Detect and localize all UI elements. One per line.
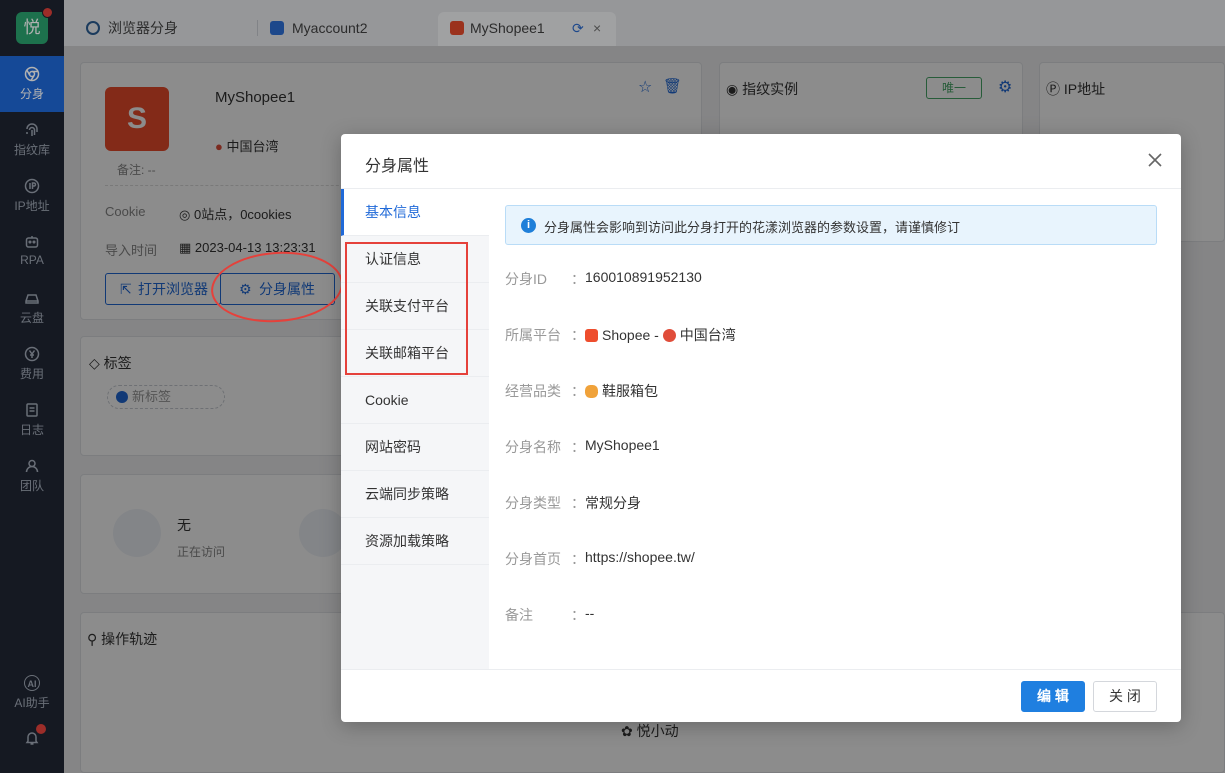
field-value: https://shopee.tw/ (585, 549, 695, 565)
category-text: 鞋服箱包 (602, 383, 658, 399)
field-colon: ： (571, 495, 585, 511)
field-label: 分身名称 (505, 439, 561, 455)
field-value: Shopee - 中国台湾 (585, 325, 736, 345)
field-value: 常规分身 (585, 495, 641, 511)
field-label: 备注 (505, 607, 533, 623)
field-label: 分身类型 (505, 495, 561, 511)
field-value: -- (585, 605, 595, 621)
modal-backdrop-sidebar (0, 0, 64, 773)
menu-item-resource-loading[interactable]: 资源加载策略 (341, 518, 489, 565)
menu-item-site-passwords[interactable]: 网站密码 (341, 424, 489, 471)
shopee-icon (585, 329, 598, 342)
highlight-box (345, 242, 468, 375)
modal-footer: 编 辑 关 闭 (341, 669, 1181, 722)
notice-alert: i 分身属性会影响到访问此分身打开的花漾浏览器的参数设置，请谨慎修订 (505, 205, 1157, 245)
flag-icon (662, 329, 676, 342)
field-label: 经营品类 (505, 383, 561, 399)
modal-header: 分身属性 (341, 134, 1181, 189)
modal-backdrop-tabs (64, 0, 1225, 46)
clothing-icon (585, 385, 598, 398)
modal-title: 分身属性 (365, 158, 430, 175)
field-value: MyShopee1 (585, 437, 660, 453)
notice-text: 分身属性会影响到访问此分身打开的花漾浏览器的参数设置，请谨慎修订 (544, 220, 961, 235)
field-colon: ： (571, 383, 585, 399)
menu-item-cloud-sync[interactable]: 云端同步策略 (341, 471, 489, 518)
field-value: 鞋服箱包 (585, 381, 658, 401)
field-colon: ： (571, 551, 585, 567)
field-label: 分身首页 (505, 551, 561, 567)
menu-item-cookie[interactable]: Cookie (341, 377, 489, 424)
platform-separator: - (654, 327, 659, 343)
info-icon: i (521, 218, 536, 233)
field-colon: ： (571, 439, 585, 455)
profile-attributes-modal: 分身属性 基本信息 认证信息 关联支付平台 关联邮箱平台 Cookie 网站密码… (341, 134, 1181, 722)
close-button[interactable]: 关 闭 (1093, 681, 1157, 712)
menu-item-basic-info[interactable]: 基本信息 (341, 189, 489, 236)
edit-button[interactable]: 编 辑 (1021, 681, 1085, 712)
basic-info-panel: i 分身属性会影响到访问此分身打开的花漾浏览器的参数设置，请谨慎修订 分身ID … (489, 189, 1181, 669)
field-colon: ： (571, 607, 585, 623)
field-value: 160010891952130 (585, 269, 702, 285)
close-icon[interactable] (1145, 150, 1165, 170)
field-colon: ： (571, 271, 585, 287)
field-label: 分身ID (505, 271, 547, 287)
platform-name: Shopee (602, 327, 651, 343)
field-label: 所属平台 (505, 327, 561, 343)
field-colon: ： (571, 327, 585, 343)
platform-region: 中国台湾 (679, 327, 736, 343)
